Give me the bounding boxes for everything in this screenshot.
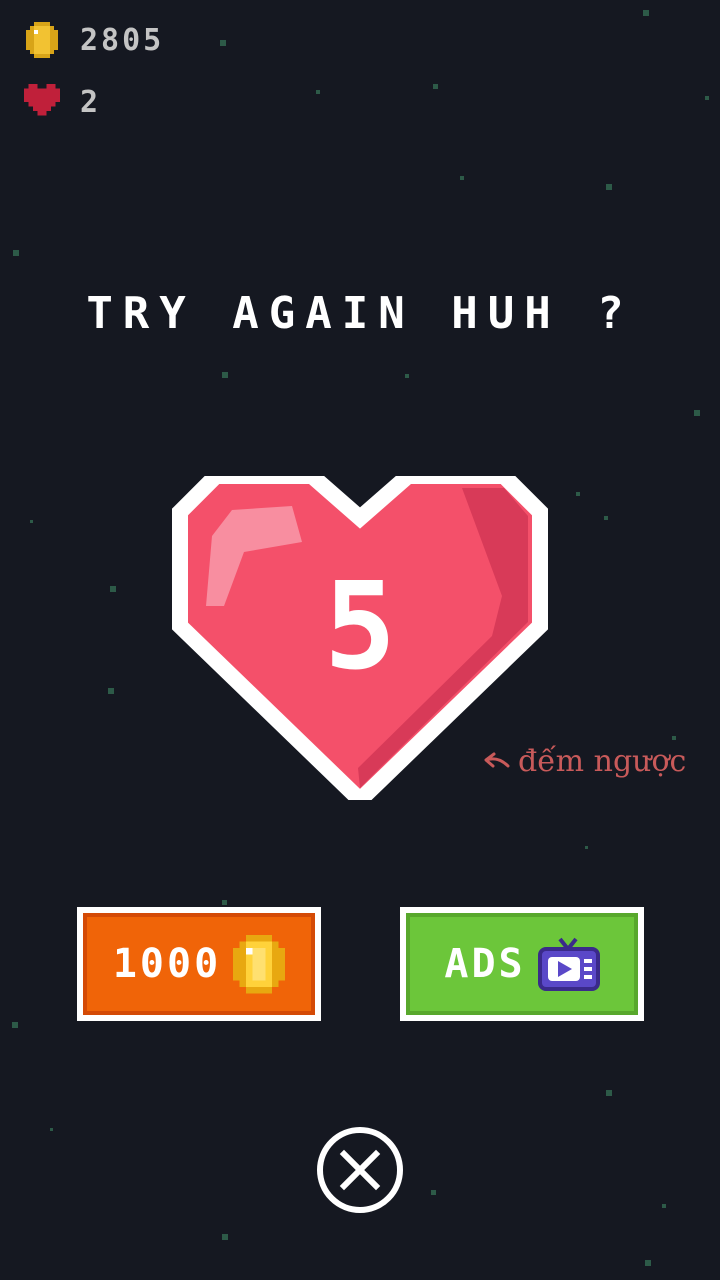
heart-icon [24,84,60,116]
coin-counter: 2805 [24,22,164,58]
tv-play-icon [537,937,600,991]
ads-button-label: ADS [444,941,526,987]
close-icon [317,1127,403,1213]
coins-button-label: 1000 [112,941,222,987]
lives-counter: 2 [24,84,101,120]
coin-icon [233,934,286,994]
coin-count: 2805 [80,22,165,58]
coin-icon [26,22,58,58]
countdown-annotation: đếm ngược [482,744,686,779]
annotation-text: đếm ngược [518,744,687,779]
dialog-title: TRY AGAIN HUH ? [86,288,634,339]
revive-with-coins-button[interactable]: 1000 [77,907,321,1021]
countdown-number: 5 [323,558,397,697]
close-button[interactable] [314,1124,406,1216]
lives-count: 2 [80,84,102,120]
arrow-left-icon [484,752,510,767]
watch-ad-button[interactable]: ADS [400,907,644,1021]
